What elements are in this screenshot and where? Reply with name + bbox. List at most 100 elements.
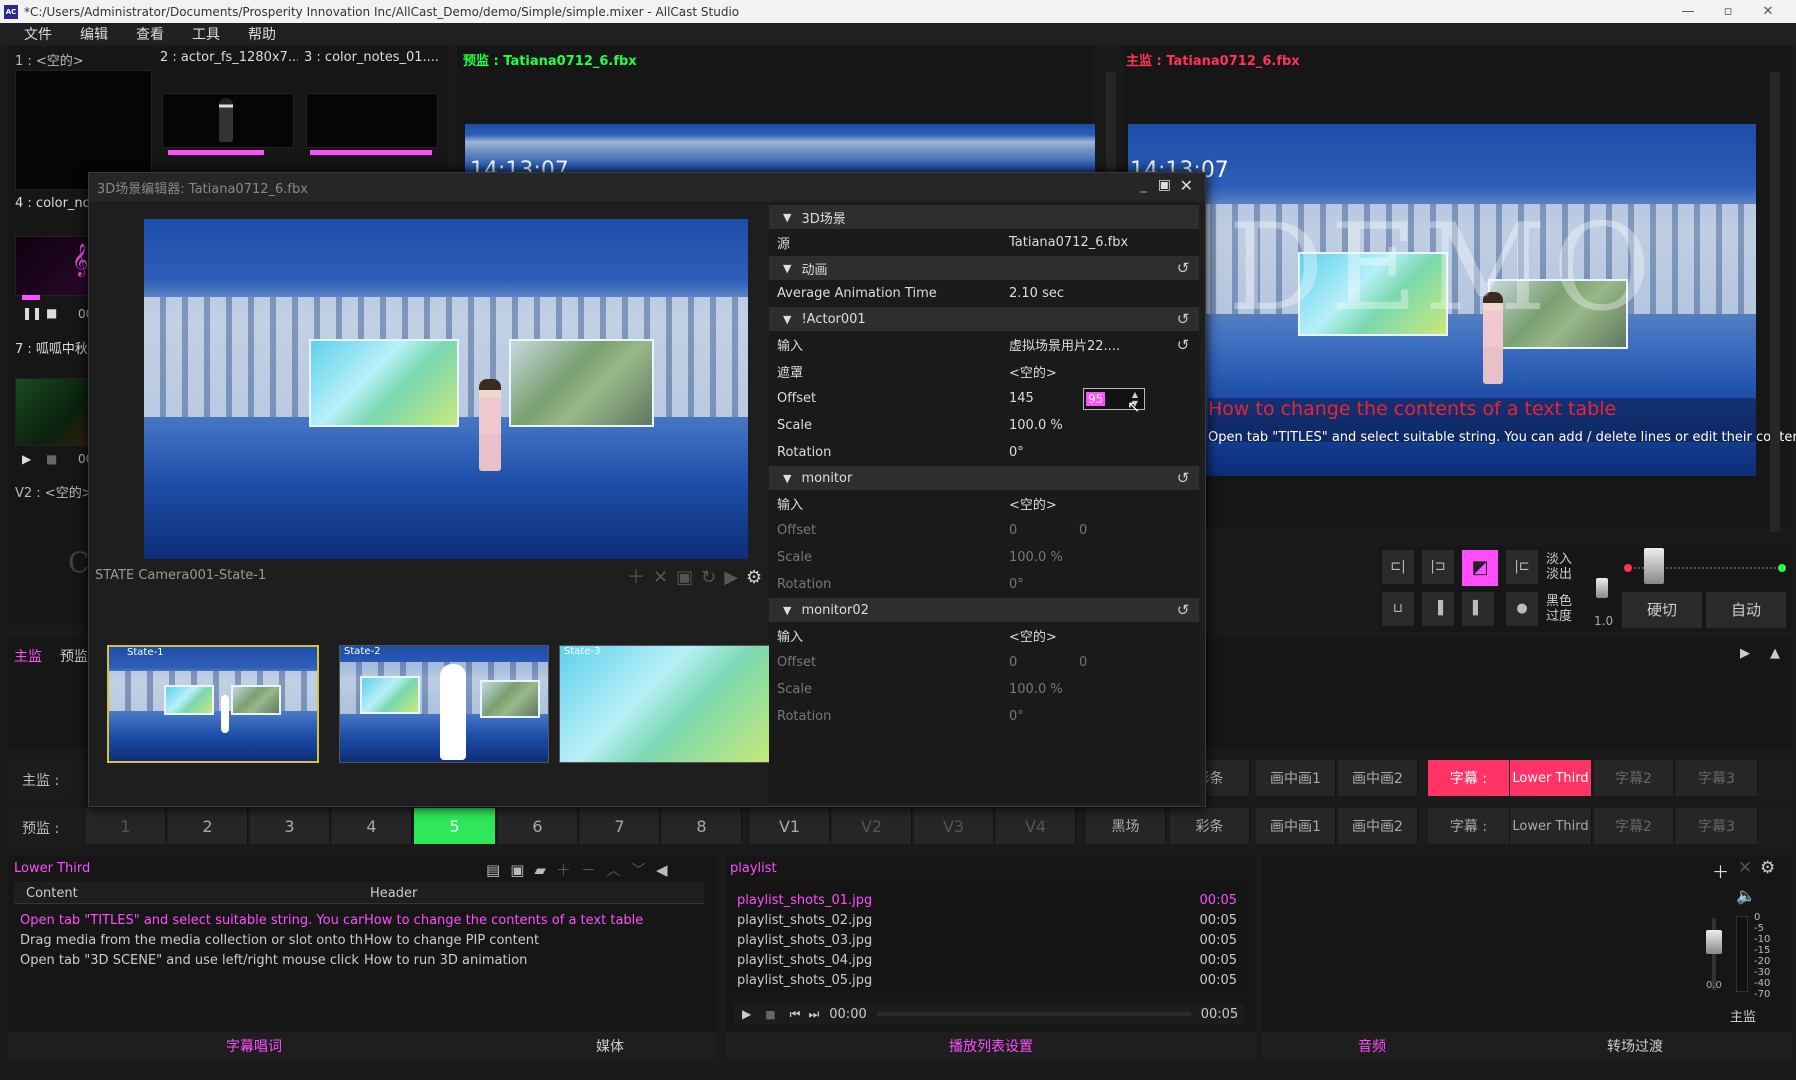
cut-button[interactable]: 硬切 [1622,592,1702,628]
program-caption3-button[interactable]: 字幕3 [1676,760,1758,796]
column-content[interactable]: Content [26,886,78,901]
prop-value[interactable]: <空的> [1009,626,1057,645]
add-icon[interactable]: ＋ [556,861,581,879]
dialog-maximize-icon[interactable]: ▣ [1158,177,1171,193]
preview-source-7[interactable]: 7 [580,808,660,844]
move-down-icon[interactable]: ﹀ [631,861,656,879]
remove-icon[interactable]: ✕ [1738,858,1752,878]
titles-row-1[interactable]: Open tab "TITLES" and select suitable st… [20,910,706,930]
fade-label[interactable]: 淡入淡出 [1546,552,1580,582]
prop-value-2[interactable]: 0 [1079,523,1087,538]
pause-icon[interactable]: ❚❚ [22,306,42,320]
stop-icon[interactable]: ■ [46,306,57,320]
prop-value[interactable]: <空的> [1009,362,1057,381]
preview-pip2-button[interactable]: 画中画2 [1338,808,1418,844]
collapse-up-icon[interactable]: ▲ [1770,646,1780,661]
snapshot-icon[interactable]: ▣ [676,567,701,588]
reset-icon[interactable]: ↺ [1173,258,1193,278]
source-7-thumb[interactable] [15,378,99,446]
maximize-icon[interactable]: ▫ [1708,0,1748,23]
preview-v2-button[interactable]: V2 [832,808,912,844]
section-monitor02[interactable]: ▼ monitor02 ↺ [769,598,1199,622]
preview-pip1-button[interactable]: 画中画1 [1256,808,1336,844]
menu-help[interactable]: 帮助 [248,24,276,44]
menu-file[interactable]: 文件 [24,24,52,44]
remove-icon[interactable]: － [581,861,606,879]
preview-lower-third-button[interactable]: Lower Third [1510,808,1592,844]
wipe-left-icon[interactable]: ⊏| [1382,550,1414,584]
source-4-thumb[interactable]: 𝄞 [15,236,99,296]
refresh-icon[interactable]: ↻ [701,567,724,588]
stop-icon[interactable]: ■ [46,452,57,466]
play-state-icon[interactable]: ▶ [724,567,746,588]
section-animation[interactable]: ▼ 动画 ↺ [769,256,1199,280]
scene-viewport[interactable] [144,219,748,559]
section-actor001[interactable]: ▼ !Actor001 ↺ [769,307,1199,331]
prop-value[interactable]: 0° [1009,445,1024,460]
program-lower-third-button[interactable]: Lower Third [1510,760,1592,796]
preview-v1-button[interactable]: V1 [750,808,830,844]
state-thumb-3[interactable]: State-3 [559,645,771,763]
scroll-right-icon[interactable]: ▶ [1740,646,1750,661]
prop-value[interactable]: 0° [1009,709,1024,724]
tab-captions[interactable]: 字幕唱词 [14,1036,494,1056]
tab-transitions[interactable]: 转场过渡 [1500,1036,1770,1056]
section-monitor[interactable]: ▼ monitor ↺ [769,466,1199,490]
close-icon[interactable]: ✕ [1748,0,1788,23]
section-3d-scene[interactable]: ▼ 3D场景 [769,205,1199,229]
prop-value[interactable]: 100.0 % [1009,418,1063,433]
play-icon[interactable]: ▶ [22,452,31,466]
next-icon[interactable]: ⏭ [808,1007,819,1022]
prop-value[interactable]: 100.0 % [1009,550,1063,565]
prop-value[interactable]: 0 [1009,655,1079,670]
audio-fader-handle[interactable] [1706,930,1722,954]
wipe-down-icon[interactable]: ⊔ [1382,592,1414,626]
tab-program[interactable]: 主监 [14,646,42,666]
prop-value[interactable]: <空的> [1009,494,1057,513]
program-caption2-button[interactable]: 字幕2 [1594,760,1674,796]
tab-playlist-settings[interactable]: 播放列表设置 [726,1036,1256,1056]
speaker-icon[interactable]: 🔈 [1736,886,1756,905]
dialog-title-bar[interactable]: 3D场景编辑器: Tatiana0712_6.fbx [89,173,1205,201]
stop-icon[interactable]: ■ [765,1008,775,1021]
rate-slider-handle[interactable] [1596,578,1608,598]
add-state-icon[interactable]: ＋ [627,567,653,588]
preview-colorbar-button[interactable]: 彩条 [1170,808,1250,844]
preview-source-8[interactable]: 8 [662,808,742,844]
playlist-item-3[interactable]: playlist_shots_03.jpg 00:05 [737,930,1237,950]
transition-fader-handle[interactable] [1644,548,1664,584]
play-icon[interactable]: ▶ [742,1007,751,1021]
source-3-thumb[interactable] [306,93,438,148]
prop-value[interactable]: 0 [1009,523,1079,538]
source-2-thumb[interactable] [162,93,294,148]
add-icon[interactable]: ＋ [1712,858,1729,883]
previous-icon[interactable]: ⏮ [790,1007,801,1022]
tab-audio[interactable]: 音频 [1262,1036,1482,1056]
gear-icon[interactable]: ⚙ [1760,858,1775,878]
prop-value[interactable]: 145 [1009,391,1075,406]
program-scrollbar[interactable] [1770,72,1780,532]
titles-row-3[interactable]: Open tab "3D SCENE" and use left/right m… [20,950,706,970]
wipe-center-icon[interactable]: ▐ [1422,592,1454,626]
prop-value[interactable]: Tatiana0712_6.fbx [1009,235,1128,250]
prop-value-2[interactable]: 0 [1079,655,1087,670]
prop-value[interactable]: 0° [1009,577,1024,592]
transition-slider[interactable] [1594,548,1794,584]
open-folder-icon[interactable]: ▰ [534,861,556,879]
program-pip1-button[interactable]: 画中画1 [1256,760,1336,796]
preview-caption3-button[interactable]: 字幕3 [1676,808,1758,844]
program-pip2-button[interactable]: 画中画2 [1338,760,1418,796]
delete-state-icon[interactable]: ✕ [653,567,676,588]
wipe-side-icon[interactable]: ▌ [1462,592,1494,626]
reset-icon[interactable]: ↺ [1173,309,1193,329]
prop-value[interactable]: 2.10 sec [1009,286,1064,301]
wipe-right-icon[interactable]: |⊐ [1422,550,1454,584]
dialog-minimize-icon[interactable]: _ [1140,177,1147,193]
preview-source-2[interactable]: 2 [168,808,248,844]
state-thumb-1[interactable]: State-1 [107,645,319,763]
tab-media[interactable]: 媒体 [505,1036,715,1056]
preview-v3-button[interactable]: V3 [914,808,994,844]
titles-row-2[interactable]: Drag media from the media collection or … [20,930,706,950]
playlist-item-2[interactable]: playlist_shots_02.jpg 00:05 [737,910,1237,930]
menu-tools[interactable]: 工具 [192,24,220,44]
